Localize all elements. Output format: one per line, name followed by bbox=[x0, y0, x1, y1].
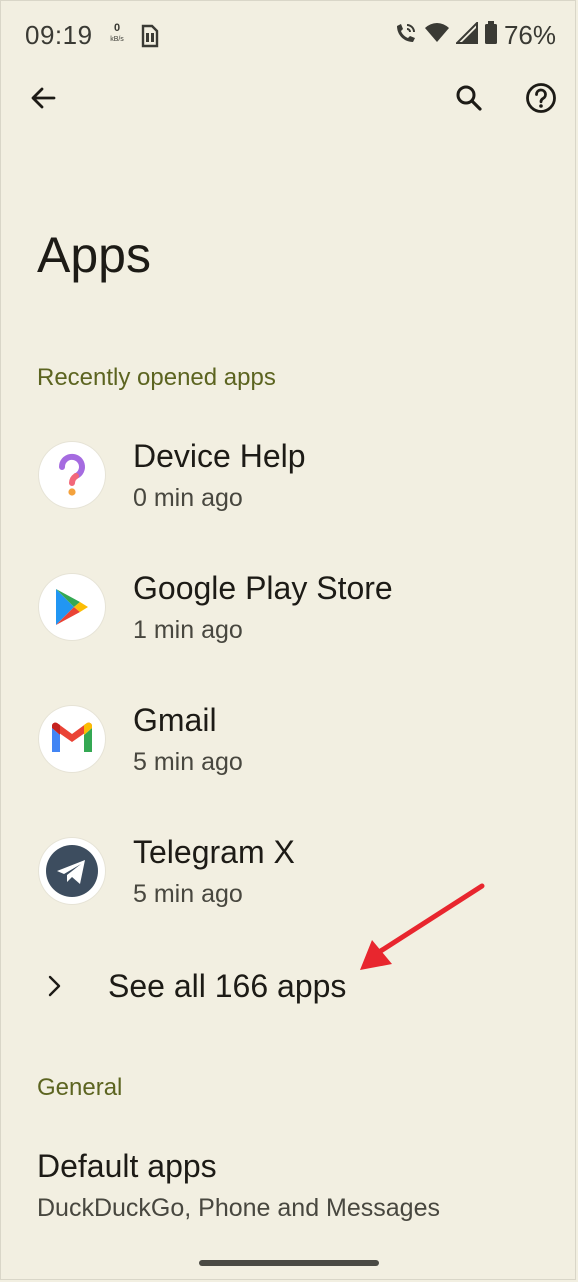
app-last-opened: 0 min ago bbox=[133, 484, 243, 512]
arrow-back-icon bbox=[29, 84, 57, 117]
section-header-general: General bbox=[37, 1074, 123, 1101]
gesture-nav-handle[interactable] bbox=[199, 1260, 379, 1266]
device-help-icon bbox=[39, 442, 105, 508]
app-last-opened: 1 min ago bbox=[133, 616, 243, 644]
telegram-x-icon bbox=[39, 838, 105, 904]
wifi-calling-icon bbox=[394, 21, 418, 50]
search-button[interactable] bbox=[447, 78, 491, 122]
network-speed: 0 kB/s bbox=[106, 22, 128, 44]
battery-percent: 76% bbox=[503, 20, 556, 50]
default-apps-summary: DuckDuckGo, Phone and Messages bbox=[37, 1194, 440, 1222]
cellular-signal-icon bbox=[454, 20, 478, 49]
wifi-icon bbox=[424, 22, 450, 49]
search-icon bbox=[455, 84, 483, 117]
page-title: Apps bbox=[37, 227, 151, 283]
status-icons: 76% bbox=[394, 20, 556, 51]
status-bar: 09:19 0 kB/s 76% bbox=[0, 0, 578, 72]
network-speed-value: 0 bbox=[113, 22, 121, 34]
app-name: Google Play Store bbox=[133, 570, 393, 606]
app-row-telegram-x[interactable]: Telegram X 5 min ago bbox=[0, 828, 578, 938]
default-apps-item[interactable]: Default apps DuckDuckGo, Phone and Messa… bbox=[0, 1140, 578, 1230]
app-last-opened: 5 min ago bbox=[133, 880, 243, 908]
help-button[interactable] bbox=[519, 78, 563, 122]
app-row-google-play-store[interactable]: Google Play Store 1 min ago bbox=[0, 564, 578, 674]
sim-card-icon bbox=[138, 24, 160, 53]
app-last-opened: 5 min ago bbox=[133, 748, 243, 776]
help-icon bbox=[525, 82, 557, 119]
network-speed-unit: kB/s bbox=[110, 36, 124, 43]
app-row-device-help[interactable]: Device Help 0 min ago bbox=[0, 432, 578, 542]
app-name: Gmail bbox=[133, 702, 217, 738]
see-all-apps-button[interactable]: See all 166 apps bbox=[0, 952, 578, 1022]
default-apps-title: Default apps bbox=[37, 1148, 217, 1184]
app-name: Telegram X bbox=[133, 834, 295, 870]
annotation-arrow-icon bbox=[350, 880, 490, 985]
app-row-gmail[interactable]: Gmail 5 min ago bbox=[0, 696, 578, 806]
google-play-store-icon bbox=[39, 574, 105, 640]
back-button[interactable] bbox=[21, 78, 65, 122]
section-header-recent: Recently opened apps bbox=[37, 364, 276, 391]
battery-icon bbox=[484, 21, 498, 50]
see-all-apps-label: See all 166 apps bbox=[108, 968, 347, 1004]
gmail-icon bbox=[39, 706, 105, 772]
chevron-right-icon bbox=[44, 972, 66, 1005]
app-name: Device Help bbox=[133, 438, 306, 474]
status-time: 09:19 bbox=[25, 20, 93, 50]
